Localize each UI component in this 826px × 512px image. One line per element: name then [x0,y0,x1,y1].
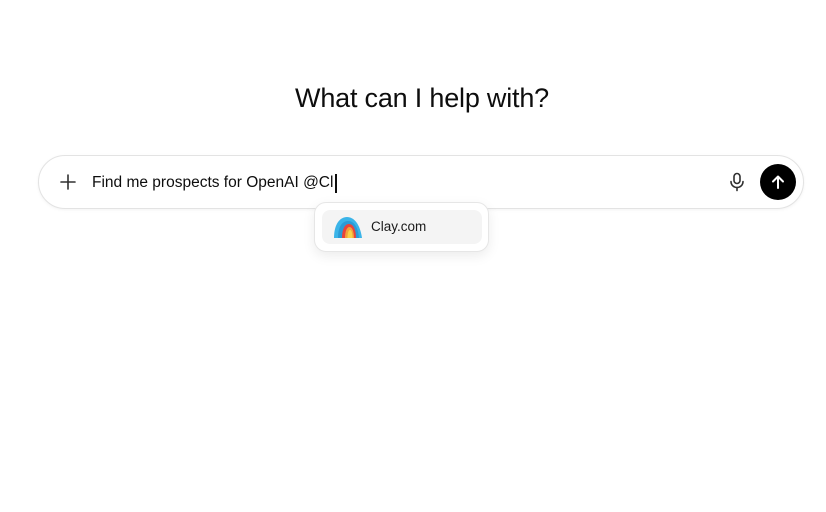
microphone-icon [730,172,744,192]
arrow-up-icon [772,175,784,189]
clay-logo-icon [332,213,364,241]
chat-home-page: What can I help with? Find me prospects … [0,0,826,512]
mention-suggestions-popup: Clay.com [314,202,489,252]
message-composer[interactable]: Find me prospects for OpenAI @Cl [38,155,804,209]
page-title: What can I help with? [295,83,549,113]
send-button[interactable] [760,164,796,200]
add-attachment-button[interactable] [51,165,85,199]
dictate-button[interactable] [722,167,752,197]
plus-icon [60,174,76,190]
prompt-input[interactable]: Find me prospects for OpenAI @Cl [92,172,337,194]
mention-option-clay[interactable]: Clay.com [322,210,482,244]
mention-option-label: Clay.com [371,219,427,234]
text-caret [335,173,337,193]
prompt-input-text: Find me prospects for OpenAI @Cl [92,174,334,191]
